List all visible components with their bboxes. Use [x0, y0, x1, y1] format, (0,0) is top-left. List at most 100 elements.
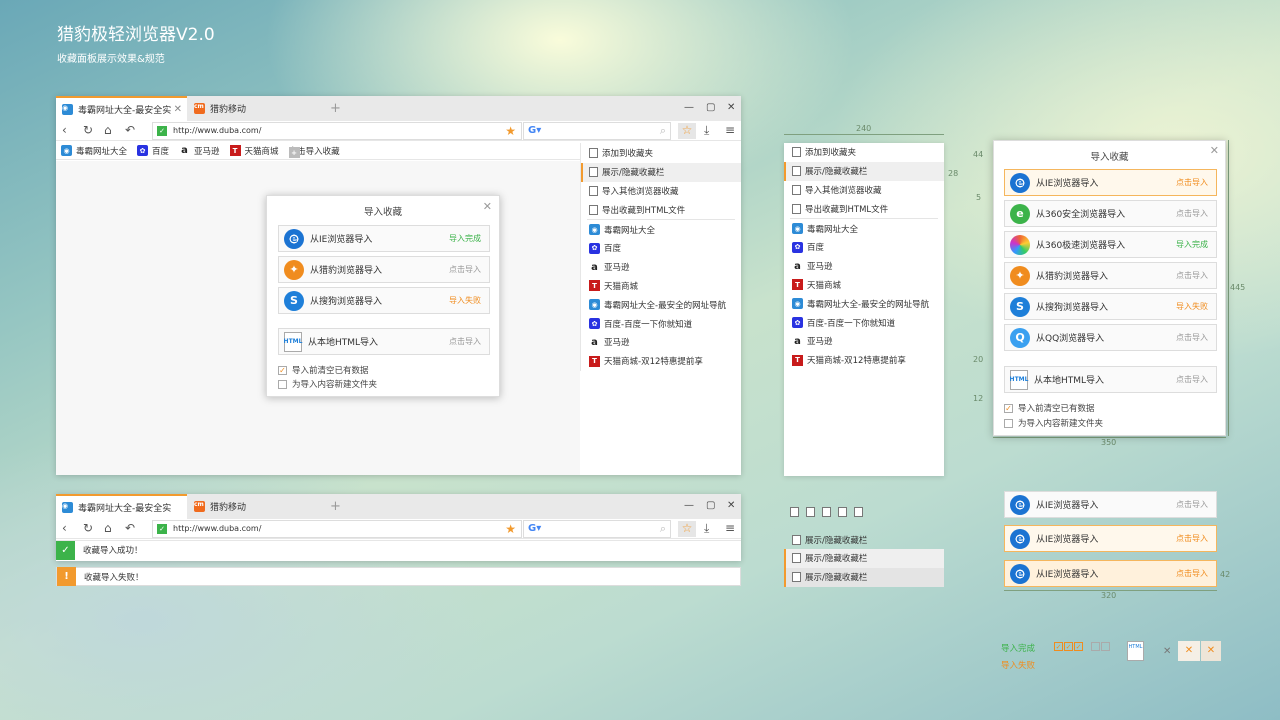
favorite-item[interactable]: T 天猫商城: [784, 276, 944, 295]
search-box[interactable]: G▾ ⌕: [523, 520, 671, 538]
favorites-icon[interactable]: ☆: [678, 521, 696, 537]
import-row-sogou[interactable]: S 从搜狗浏览器导入 导入失败: [278, 287, 490, 314]
import-row-360safe[interactable]: e 从360安全浏览器导入 点击导入: [1004, 200, 1217, 227]
row-state-normal[interactable]: e 从IE浏览器导入 点击导入: [1004, 491, 1217, 518]
toggle-bar-item[interactable]: 展示/隐藏收藏栏: [784, 568, 944, 587]
import-row-360speed[interactable]: 从360极速浏览器导入 导入完成: [1004, 231, 1217, 258]
import-status[interactable]: 导入失败: [449, 295, 481, 306]
undo-icon[interactable]: ↶: [125, 521, 135, 535]
menu-icon[interactable]: ≡: [725, 521, 735, 535]
bookmark-item[interactable]: ◉ 毒霸网址大全: [61, 145, 127, 157]
back-icon[interactable]: ‹: [62, 123, 67, 137]
back-icon[interactable]: ‹: [62, 521, 67, 535]
import-status[interactable]: 点击导入: [1176, 270, 1208, 281]
row-state-pressed[interactable]: e 从IE浏览器导入 点击导入: [1004, 560, 1217, 587]
maximize-icon[interactable]: ▢: [706, 102, 715, 113]
import-row-ie[interactable]: e 从IE浏览器导入 导入完成: [278, 225, 490, 252]
import-status[interactable]: 点击导入: [1176, 533, 1208, 544]
favorite-item[interactable]: a 亚马逊: [581, 258, 741, 277]
refresh-icon[interactable]: ↻: [83, 521, 93, 535]
minimize-icon[interactable]: —: [684, 500, 694, 511]
toggle-bar-item[interactable]: 展示/隐藏收藏栏: [784, 531, 944, 550]
menu-export[interactable]: 导出收藏到HTML文件: [784, 199, 944, 218]
bookmark-item[interactable]: a 亚马逊: [179, 145, 220, 157]
import-status[interactable]: 点击导入: [449, 264, 481, 275]
import-status[interactable]: 导入失败: [1176, 301, 1208, 312]
row-state-hover[interactable]: e 从IE浏览器导入 点击导入: [1004, 525, 1217, 552]
import-status[interactable]: 导入完成: [449, 233, 481, 244]
import-row-ie[interactable]: e 从IE浏览器导入 点击导入: [1004, 169, 1217, 196]
maximize-icon[interactable]: ▢: [706, 500, 715, 511]
import-status[interactable]: 导入完成: [1176, 239, 1208, 250]
import-status[interactable]: 点击导入: [449, 336, 481, 347]
address-bar[interactable]: ✓ http://www.duba.com/ ★: [152, 122, 522, 140]
favorite-item[interactable]: T 天猫商城-双12特惠提前享: [784, 351, 944, 370]
toggle-state-hover[interactable]: 展示/隐藏收藏栏: [784, 549, 944, 568]
import-row-html[interactable]: HTML 从本地HTML导入 点击导入: [278, 328, 490, 355]
favorite-item[interactable]: a 亚马逊: [784, 332, 944, 351]
favorite-item[interactable]: a 亚马逊: [581, 333, 741, 352]
menu-add-favorite[interactable]: 添加到收藏夹: [784, 143, 944, 162]
clear-data-checkbox[interactable]: ✓ 导入前清空已有数据: [1004, 402, 1095, 414]
home-icon[interactable]: ⌂: [104, 123, 112, 137]
google-icon[interactable]: G▾: [528, 125, 541, 136]
home-icon[interactable]: ⌂: [104, 521, 112, 535]
bookmark-item[interactable]: ✿ 百度: [137, 145, 169, 157]
close-icon[interactable]: ✕: [483, 200, 492, 213]
refresh-icon[interactable]: ↻: [83, 123, 93, 137]
import-status[interactable]: 点击导入: [1176, 177, 1208, 188]
address-bar[interactable]: ✓ http://www.duba.com/ ★: [152, 520, 522, 538]
menu-export[interactable]: 导出收藏到HTML文件: [581, 200, 741, 219]
import-row-html[interactable]: HTML 从本地HTML导入 点击导入: [1004, 366, 1217, 393]
favorite-item[interactable]: ✿ 百度: [784, 238, 944, 257]
tab-liebao[interactable]: cm 猎豹移动: [188, 494, 318, 519]
clear-data-checkbox[interactable]: ✓ 导入前清空已有数据: [278, 364, 369, 376]
menu-add-favorite[interactable]: 添加到收藏夹: [581, 144, 741, 163]
import-status[interactable]: 点击导入: [1176, 208, 1208, 219]
favorite-item[interactable]: ✿ 百度-百度一下你就知道: [784, 313, 944, 332]
import-row-sogou[interactable]: S 从搜狗浏览器导入 导入失败: [1004, 293, 1217, 320]
toggle-state-normal[interactable]: 展示/隐藏收藏栏: [784, 531, 944, 550]
menu-toggle-bar[interactable]: 展示/隐藏收藏栏: [784, 161, 944, 181]
menu-toggle-bar[interactable]: 展示/隐藏收藏栏: [581, 162, 741, 182]
favorites-icon[interactable]: ☆: [678, 123, 696, 139]
new-tab-icon[interactable]: +: [330, 101, 341, 116]
menu-import[interactable]: 导入其他浏览器收藏: [581, 182, 741, 201]
favorite-item[interactable]: ◉ 毒霸网址大全-最安全的网址导航: [784, 294, 944, 313]
search-box[interactable]: G▾ ⌕: [523, 122, 671, 140]
menu-import[interactable]: 导入其他浏览器收藏: [784, 181, 944, 200]
favorite-item[interactable]: ✿ 百度: [581, 239, 741, 258]
toggle-bar-item[interactable]: 展示/隐藏收藏栏: [784, 549, 944, 568]
menu-icon[interactable]: ≡: [725, 123, 735, 137]
toggle-state-pressed[interactable]: 展示/隐藏收藏栏: [784, 568, 944, 587]
favorite-item[interactable]: T 天猫商城-双12特惠提前享: [581, 352, 741, 371]
new-tab-icon[interactable]: +: [330, 499, 341, 514]
favorite-item[interactable]: T 天猫商城: [581, 277, 741, 296]
search-icon[interactable]: ⌕: [660, 124, 666, 138]
google-icon[interactable]: G▾: [528, 523, 541, 534]
close-icon[interactable]: ✕: [174, 104, 182, 115]
undo-icon[interactable]: ↶: [125, 123, 135, 137]
tab-liebao[interactable]: cm 猎豹移动: [188, 96, 318, 121]
search-icon[interactable]: ⌕: [660, 522, 666, 536]
favorite-item[interactable]: ◉ 毒霸网址大全: [581, 220, 741, 239]
favorite-item[interactable]: ◉ 毒霸网址大全: [784, 219, 944, 238]
import-status[interactable]: 点击导入: [1176, 568, 1208, 579]
favorite-item[interactable]: a 亚马逊: [784, 257, 944, 276]
import-status[interactable]: 点击导入: [1176, 374, 1208, 385]
close-icon[interactable]: ✕: [1210, 144, 1219, 157]
bookmark-item[interactable]: T 天猫商城: [229, 145, 279, 157]
import-bookmarks-link[interactable]: + 点击导入收藏: [288, 145, 340, 158]
new-folder-checkbox[interactable]: 为导入内容新建文件夹: [1004, 417, 1103, 429]
favorite-item[interactable]: ✿ 百度-百度一下你就知道: [581, 314, 741, 333]
star-icon[interactable]: ★: [505, 124, 516, 138]
window-close-icon[interactable]: ✕: [727, 102, 735, 113]
import-status[interactable]: 点击导入: [1176, 499, 1208, 510]
star-icon[interactable]: ★: [505, 522, 516, 536]
window-close-icon[interactable]: ✕: [727, 500, 735, 511]
import-row-liebao[interactable]: ✦ 从猎豹浏览器导入 点击导入: [278, 256, 490, 283]
favorite-item[interactable]: ◉ 毒霸网址大全-最安全的网址导航: [581, 295, 741, 314]
tab-duba[interactable]: ◉ 毒霸网址大全-最安全实: [56, 494, 187, 519]
new-folder-checkbox[interactable]: 为导入内容新建文件夹: [278, 378, 377, 390]
download-icon[interactable]: ⤓: [704, 521, 709, 536]
